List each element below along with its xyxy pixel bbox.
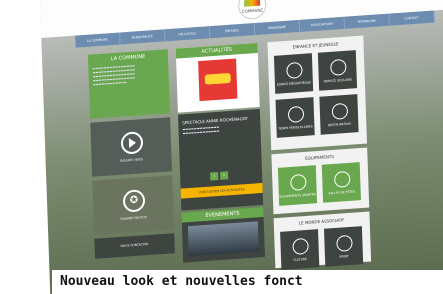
enfance-tile[interactable]: TEMPS PÉRISCOLAIRES	[275, 97, 315, 138]
news-poster-image[interactable]	[198, 58, 238, 102]
site-logo[interactable]: COMMUNE	[237, 0, 267, 21]
video-label: GALERIE VIDÉO	[119, 157, 144, 163]
tile-label: SALLES DE FÊTES	[328, 189, 356, 196]
actualites-panel: ACTUALITÉS	[175, 42, 260, 113]
play-icon	[120, 131, 144, 155]
nav-item[interactable]: VIE LOCALE	[165, 26, 211, 42]
enfance-tile[interactable]: SERVICE SCOLAIRE	[317, 50, 358, 91]
sport-asso-icon	[336, 234, 353, 252]
equipements-panel: ÉQUIPEMENTS ÉQUIPEMENTS SPORTIFS SALLES …	[271, 147, 370, 215]
tile-label: SERVICE SCOLAIRE	[323, 77, 353, 84]
contact-label: NOUS CONTACTER	[120, 242, 149, 248]
tile-label: ESPACE MÉDIATHÈQUE	[276, 80, 312, 87]
sport-icon	[290, 173, 307, 191]
caption-text: Nouveau look et nouvelles fonct	[52, 270, 443, 294]
associatif-title: LE MONDE ASSOCIATIF	[298, 217, 345, 226]
nav-item[interactable]: MUNICIPALITÉ	[120, 29, 166, 45]
tile-label: RESTAURATION	[327, 121, 351, 128]
nav-item[interactable]: ASSOCIATIONS	[299, 16, 346, 32]
nav-item[interactable]: PATRIMOINE	[344, 13, 390, 29]
news-panel: SPECTACLE ANNIE ROCHENAUDY ▬▬▬▬▬▬▬▬▬▬▬▬▬…	[178, 108, 264, 211]
events-panel: ÉVÈNEMENTS	[181, 206, 265, 263]
logo-rainbow-icon	[243, 0, 261, 7]
enfance-title: ENFANCE ET JEUNESSE	[292, 41, 339, 50]
logo-text: COMMUNE	[241, 7, 264, 14]
photo-label: GALERIE PHOTOS	[120, 215, 147, 221]
event-image[interactable]	[187, 221, 259, 257]
website-mockup: COMMUNE LA COMMUNE MUNICIPALITÉ VIE LOCA…	[40, 0, 443, 294]
equipements-title: ÉQUIPEMENTS	[305, 153, 334, 161]
tile-label: CULTURE	[293, 257, 307, 262]
school-icon	[330, 58, 347, 76]
party-icon	[334, 170, 351, 188]
nav-item[interactable]: LA COMMUNE	[75, 32, 121, 48]
book-icon	[286, 61, 303, 79]
asso-tile[interactable]: CULTURE	[280, 229, 320, 270]
clock-icon	[287, 105, 305, 123]
tile-label: ÉQUIPEMENTS SPORTIFS	[279, 192, 317, 199]
equipement-tile[interactable]: ÉQUIPEMENTS SPORTIFS	[277, 165, 318, 206]
asso-tile[interactable]: SPORT	[323, 226, 364, 267]
commune-text: ▬▬▬▬▬▬▬▬▬▬▬▬▬▬▬ ▬▬▬▬▬▬▬▬▬▬▬▬▬▬▬ ▬▬▬▬▬▬▬▬▬▬…	[92, 63, 136, 87]
contact-tile[interactable]: NOUS CONTACTER	[94, 233, 175, 259]
tile-label: SPORT	[339, 254, 349, 259]
next-arrow-icon[interactable]: ›	[220, 171, 229, 180]
culture-icon	[292, 237, 309, 255]
commune-panel: LA COMMUNE ▬▬▬▬▬▬▬▬▬▬▬▬▬▬▬ ▬▬▬▬▬▬▬▬▬▬▬▬▬▬…	[87, 49, 170, 119]
enfance-panel: ENFANCE ET JEUNESSE ESPACE MÉDIATHÈQUE S…	[267, 35, 368, 151]
equipement-tile[interactable]: SALLES DE FÊTES	[321, 162, 361, 203]
cutlery-icon	[331, 102, 349, 120]
screenshot: COMMUNE LA COMMUNE MUNICIPALITÉ VIE LOCA…	[0, 0, 443, 294]
video-gallery-tile[interactable]: GALERIE VIDÉO	[90, 117, 172, 177]
all-news-button[interactable]: VOIR TOUTES LES ACTUALITÉS	[180, 182, 263, 199]
photo-gallery-tile[interactable]: ✪ GALERIE PHOTOS	[92, 175, 175, 235]
tile-label: TEMPS PÉRISCOLAIRES	[278, 124, 313, 131]
prev-arrow-icon[interactable]: ‹	[210, 172, 219, 181]
nav-item[interactable]: CONTACT	[389, 10, 435, 26]
nav-item[interactable]: URBANISME	[254, 19, 301, 36]
camera-icon: ✪	[122, 189, 146, 213]
actualites-title: ACTUALITÉS	[175, 42, 258, 59]
associatif-panel: LE MONDE ASSOCIATIF CULTURE SPORT	[273, 211, 372, 270]
nav-item[interactable]: ENFANCE	[209, 23, 256, 39]
enfance-tile[interactable]: RESTAURATION	[319, 94, 359, 135]
enfance-tile[interactable]: ESPACE MÉDIATHÈQUE	[273, 53, 314, 94]
